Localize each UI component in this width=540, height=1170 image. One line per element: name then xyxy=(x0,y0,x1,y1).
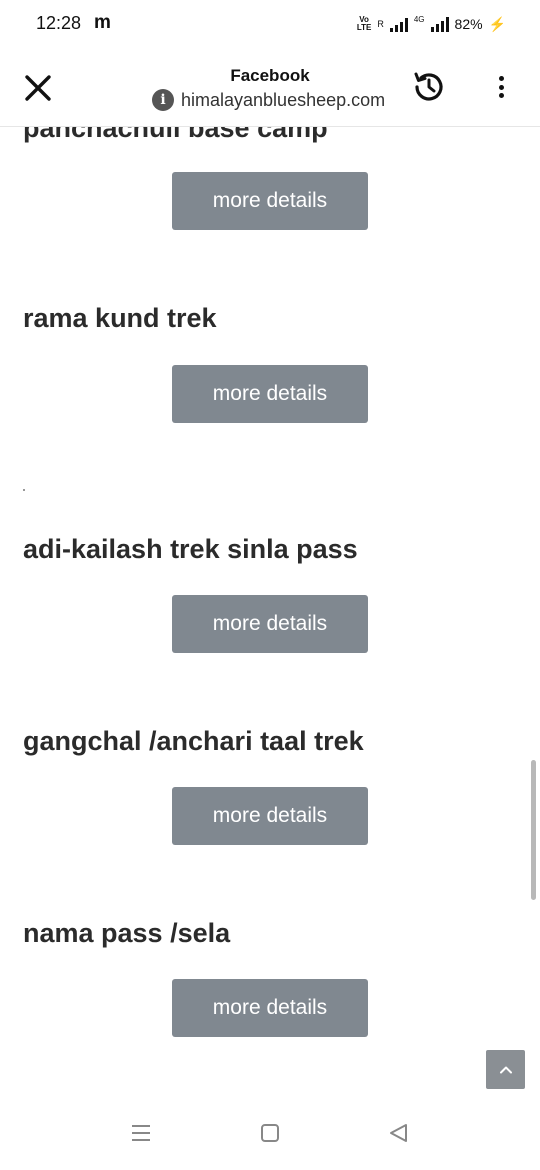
page-content: panchachuli base camp more details rama … xyxy=(0,126,540,1094)
more-details-button[interactable]: more details xyxy=(172,787,368,845)
history-icon[interactable] xyxy=(410,68,448,106)
info-icon[interactable]: i xyxy=(152,89,174,111)
back-icon[interactable] xyxy=(384,1118,414,1148)
more-vertical-icon[interactable] xyxy=(490,72,512,102)
more-details-button[interactable]: more details xyxy=(172,365,368,423)
more-details-button[interactable]: more details xyxy=(172,172,368,230)
status-indicators: Vo LTE R 4G 82% ⚡ xyxy=(357,12,506,36)
notification-m-icon: m xyxy=(94,12,111,33)
more-details-button[interactable]: more details xyxy=(172,979,368,1037)
scrollbar[interactable] xyxy=(531,760,536,900)
page-title: Facebook xyxy=(230,66,310,85)
charging-icon: ⚡ xyxy=(488,15,506,32)
signal-icon-2 xyxy=(430,16,449,32)
url-text: himalayanbluesheep.com xyxy=(181,89,386,110)
battery-level: 82% xyxy=(454,16,483,32)
signal-icon xyxy=(389,16,408,32)
volte-icon: Vo LTE xyxy=(356,15,372,32)
network-type: 4G xyxy=(413,14,425,24)
stray-dot xyxy=(23,489,25,491)
trek-heading: nama pass /sela xyxy=(23,918,231,948)
recent-apps-icon[interactable] xyxy=(126,1118,156,1148)
roaming-indicator: R xyxy=(377,19,384,29)
browser-header: Facebook i himalayanbluesheep.com xyxy=(0,48,540,127)
scroll-to-top-button[interactable] xyxy=(486,1050,525,1089)
chevron-up-icon xyxy=(499,1066,512,1073)
home-icon[interactable] xyxy=(255,1118,285,1148)
trek-heading: adi-kailash trek sinla pass xyxy=(23,534,358,564)
system-nav-bar xyxy=(0,1094,540,1170)
more-details-button[interactable]: more details xyxy=(172,595,368,653)
trek-heading-partial: panchachuli base camp xyxy=(23,126,328,143)
trek-heading: rama kund trek xyxy=(23,303,217,333)
status-bar: 12:28 m Vo LTE R 4G 82% ⚡ xyxy=(0,0,540,48)
trek-heading: gangchal /anchari taal trek xyxy=(23,726,364,756)
status-time: 12:28 xyxy=(36,13,82,33)
url-display[interactable]: i himalayanbluesheep.com xyxy=(152,89,385,111)
